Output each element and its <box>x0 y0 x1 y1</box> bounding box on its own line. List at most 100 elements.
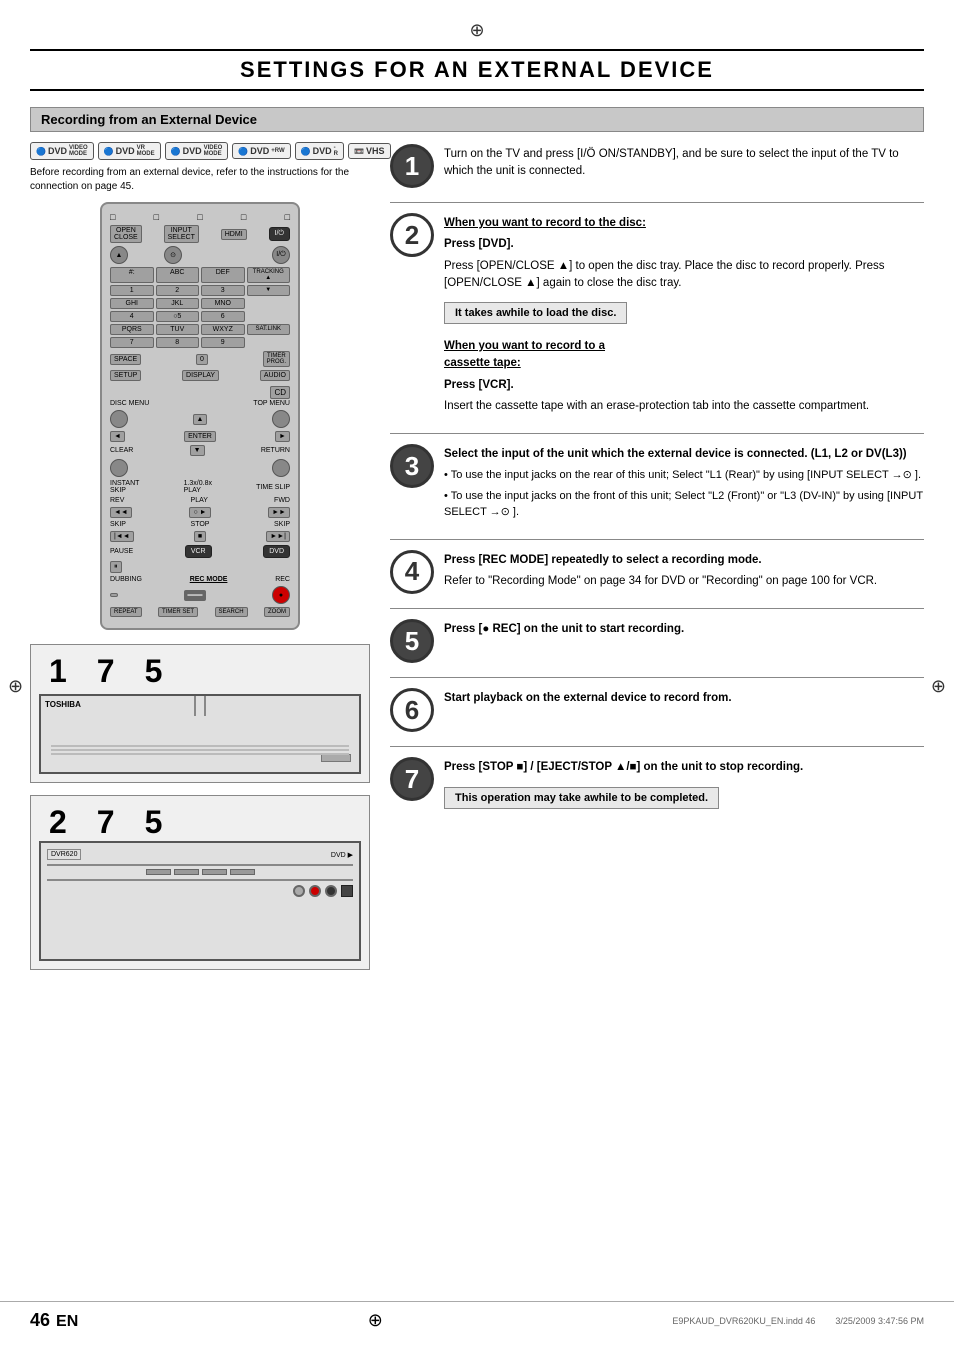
step-3-main: Select the input of the unit which the e… <box>444 446 924 463</box>
step-2-press-vcr: Press [VCR]. <box>444 377 924 394</box>
step-4-main: Press [REC MODE] repeatedly to select a … <box>444 552 924 569</box>
dub-rec-btns: ═══ ● <box>110 586 290 604</box>
step-2-info-box: It takes awhile to load the disc. <box>444 302 627 324</box>
port-4 <box>341 885 353 897</box>
step-1-text: Turn on the TV and press [I/Ö ON/STANDBY… <box>444 146 924 181</box>
cd-icon: CD <box>110 384 290 398</box>
step-5-main: Press [● REC] on the unit to start recor… <box>444 621 924 638</box>
skip-stop-row: SKIP STOP SKIP <box>110 521 290 528</box>
rec-mode-btn: ═══ <box>184 590 207 601</box>
step-1: 1 Turn on the TV and press [I/Ö ON/STAND… <box>390 142 924 188</box>
enter-btn: ENTER <box>184 431 216 442</box>
footer-bottom-marker: ⊕ <box>368 1310 383 1331</box>
skip-back-btn: |◄◄ <box>110 531 134 542</box>
divider-5 <box>390 677 924 678</box>
left-margin-marker: ⊕ <box>8 676 23 697</box>
ghi-btn: GHI <box>110 298 154 309</box>
pause-label: PAUSE <box>110 548 133 555</box>
num-5: ○5 <box>156 311 200 322</box>
down-btn: ▼ <box>190 445 205 456</box>
page-lang: EN <box>56 1313 78 1331</box>
dubbing-btn <box>110 593 118 597</box>
page-number-group: 46 EN <box>30 1310 78 1331</box>
vcr-diagram: 2 7 5 DVR620 DVD ▶ <box>30 795 370 970</box>
eject-btn: ▲ <box>110 246 128 264</box>
skip-play-row: INSTANTSKIP 1.3x/0.8xPLAY TIME SLIP <box>110 480 290 494</box>
tv-input-btn: ⊙ <box>164 246 182 264</box>
before-text: Before recording from an external device… <box>30 166 370 194</box>
top-marker: ⊕ <box>30 20 924 41</box>
tv-num-1: 1 <box>49 653 67 690</box>
vcr-separator <box>47 864 353 866</box>
transport-labels: REV PLAY FWD <box>110 497 290 504</box>
step-2-dvd-bold: Press [DVD]. <box>444 238 514 250</box>
disc-menu-label: DISC MENU <box>110 400 149 407</box>
step-2-cassette-heading: When you want to record to acassette tap… <box>444 338 924 373</box>
section-header: Recording from an External Device <box>30 107 924 132</box>
play-speed-label: 1.3x/0.8xPLAY <box>184 480 212 494</box>
dvd-mode-label: DVD <box>263 545 290 558</box>
step-2-content: When you want to record to the disc: Pre… <box>444 211 924 419</box>
page-footer: 46 EN ⊕ E9PKAUD_DVR620KU_EN.indd 46 3/25… <box>0 1301 954 1331</box>
vcr-btn-2 <box>174 869 199 875</box>
skip-stop-btns: |◄◄ ■ ►►| <box>110 531 290 542</box>
stop-label: STOP <box>191 521 210 528</box>
rec-btn: ● <box>272 586 290 604</box>
num-8: 8 <box>156 337 200 348</box>
vcr-btn-1 <box>146 869 171 875</box>
skip-fwd-btn: ►►| <box>266 531 290 542</box>
footer-file: E9PKAUD_DVR620KU_EN.indd 46 <box>672 1316 815 1326</box>
num-1: 1 <box>110 285 154 296</box>
footer-right: E9PKAUD_DVR620KU_EN.indd 46 3/25/2009 3:… <box>672 1316 924 1326</box>
right-column: 1 Turn on the TV and press [I/Ö ON/STAND… <box>390 142 924 829</box>
step-2-press-dvd: Press [DVD]. <box>444 236 924 253</box>
step-7-content: Press [STOP ■] / [EJECT/STOP ▲/■] on the… <box>444 755 924 814</box>
display-btn: DISPLAY <box>182 370 219 381</box>
step-3: 3 Select the input of the unit which the… <box>390 442 924 525</box>
vcr-btn-4 <box>230 869 255 875</box>
toshiba-label: TOSHIBA <box>45 700 81 709</box>
port-1 <box>293 885 305 897</box>
dvd-icon-1: 🔵DVDVIDEO MODE <box>30 142 94 160</box>
cd-btn: CD <box>270 386 290 399</box>
vcr-numbers: 2 7 5 <box>39 804 361 841</box>
num-3: 3 <box>201 285 245 296</box>
num-6: 6 <box>201 311 245 322</box>
step-2-disc-detail: Press [OPEN/CLOSE ▲] to open the disc tr… <box>444 258 924 293</box>
dubbing-label: DUBBING <box>110 576 142 583</box>
step-7: 7 Press [STOP ■] / [EJECT/STOP ▲/■] on t… <box>390 755 924 814</box>
step-2-disc-heading: When you want to record to the disc: <box>444 215 924 232</box>
tracking-down: ▼ <box>247 285 291 296</box>
skip-fwd-label: SKIP <box>274 521 290 528</box>
divider-4 <box>390 608 924 609</box>
step-1-number: 1 <box>390 144 434 188</box>
disc-top-btns: ▲ <box>110 410 290 428</box>
remote-row-2: ▲ ⊙ I/⏻ <box>110 246 290 264</box>
skip-back-label: SKIP <box>110 521 126 528</box>
step-5-number: 5 <box>390 619 434 663</box>
space-btn: SPACE <box>110 354 141 365</box>
transport-btns: ◄◄ ○ ► ►► <box>110 507 290 518</box>
clear-return-btns <box>110 459 290 477</box>
step-3-content: Select the input of the unit which the e… <box>444 442 924 525</box>
step-2-number: 2 <box>390 213 434 257</box>
step-6: 6 Start playback on the external device … <box>390 686 924 732</box>
right-btn: ► <box>275 431 290 442</box>
vcr-num-7: 7 <box>97 804 115 841</box>
tuv-btn: TUV <box>156 324 200 335</box>
step-4-detail: Refer to "Recording Mode" on page 34 for… <box>444 573 924 590</box>
step-2-cassette-underline: When you want to record to acassette tap… <box>444 340 605 369</box>
step-7-main: Press [STOP ■] / [EJECT/STOP ▲/■] on the… <box>444 759 924 776</box>
vcr-model: DVR620 <box>47 849 81 860</box>
return-label: RETURN <box>261 447 290 454</box>
page: ⊕ SETTINGS FOR AN EXTERNAL DEVICE Record… <box>0 0 954 1351</box>
hdmi-label: HDMI <box>221 229 247 240</box>
return-btn <box>272 459 290 477</box>
fwd-label: FWD <box>274 497 290 504</box>
remote-setup-row: SETUP DISPLAY AUDIO <box>110 370 290 381</box>
nav-middle-row: ◄ ENTER ► <box>110 431 290 442</box>
vcr-num-5: 5 <box>145 804 163 841</box>
num-0: 0 <box>196 354 208 365</box>
vhs-icon: 📼VHS <box>348 143 390 159</box>
step-3-number: 3 <box>390 444 434 488</box>
